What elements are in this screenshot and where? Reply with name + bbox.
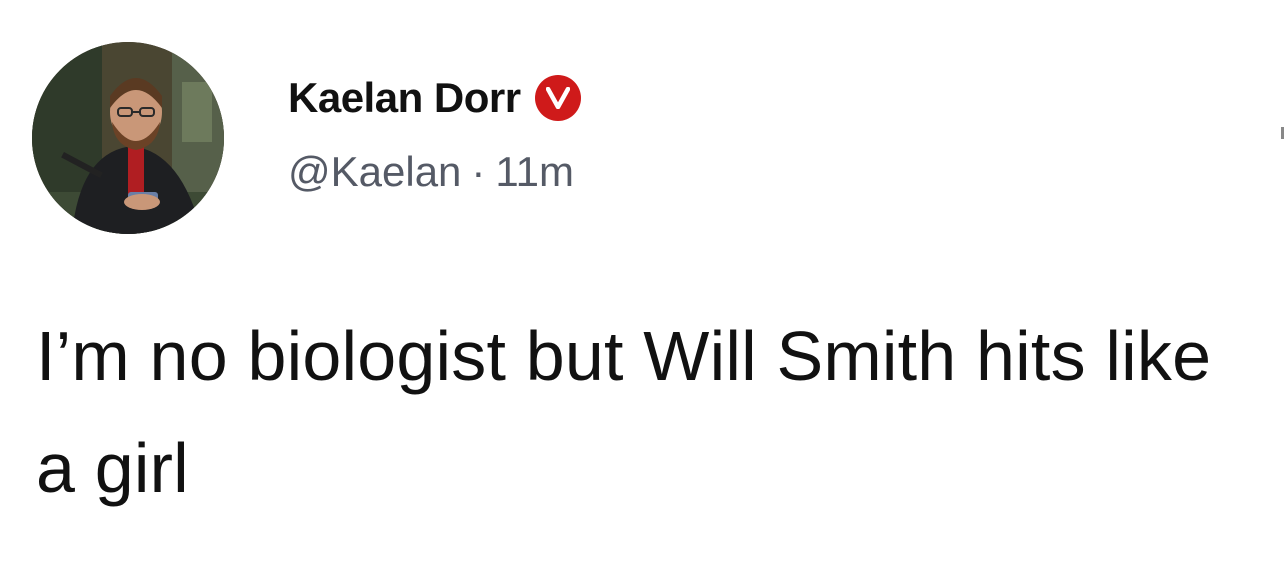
post-card: Kaelan Dorr @Kaelan · 11m I’m no biologist… (0, 0, 1284, 574)
avatar[interactable] (32, 42, 224, 234)
post-timestamp[interactable]: 11m (495, 148, 574, 195)
verified-v-icon (545, 87, 570, 109)
profile-photo-icon (32, 42, 224, 234)
verified-badge-icon (534, 75, 581, 121)
meta-separator: · (471, 148, 486, 195)
post-meta: @Kaelan · 11m (288, 148, 574, 196)
post-text: I’m no biologist but Will Smith hits lik… (36, 317, 1212, 507)
author-handle[interactable]: @Kaelan (288, 148, 461, 195)
author-row: Kaelan Dorr (288, 70, 581, 126)
display-name[interactable]: Kaelan Dorr (288, 74, 521, 122)
